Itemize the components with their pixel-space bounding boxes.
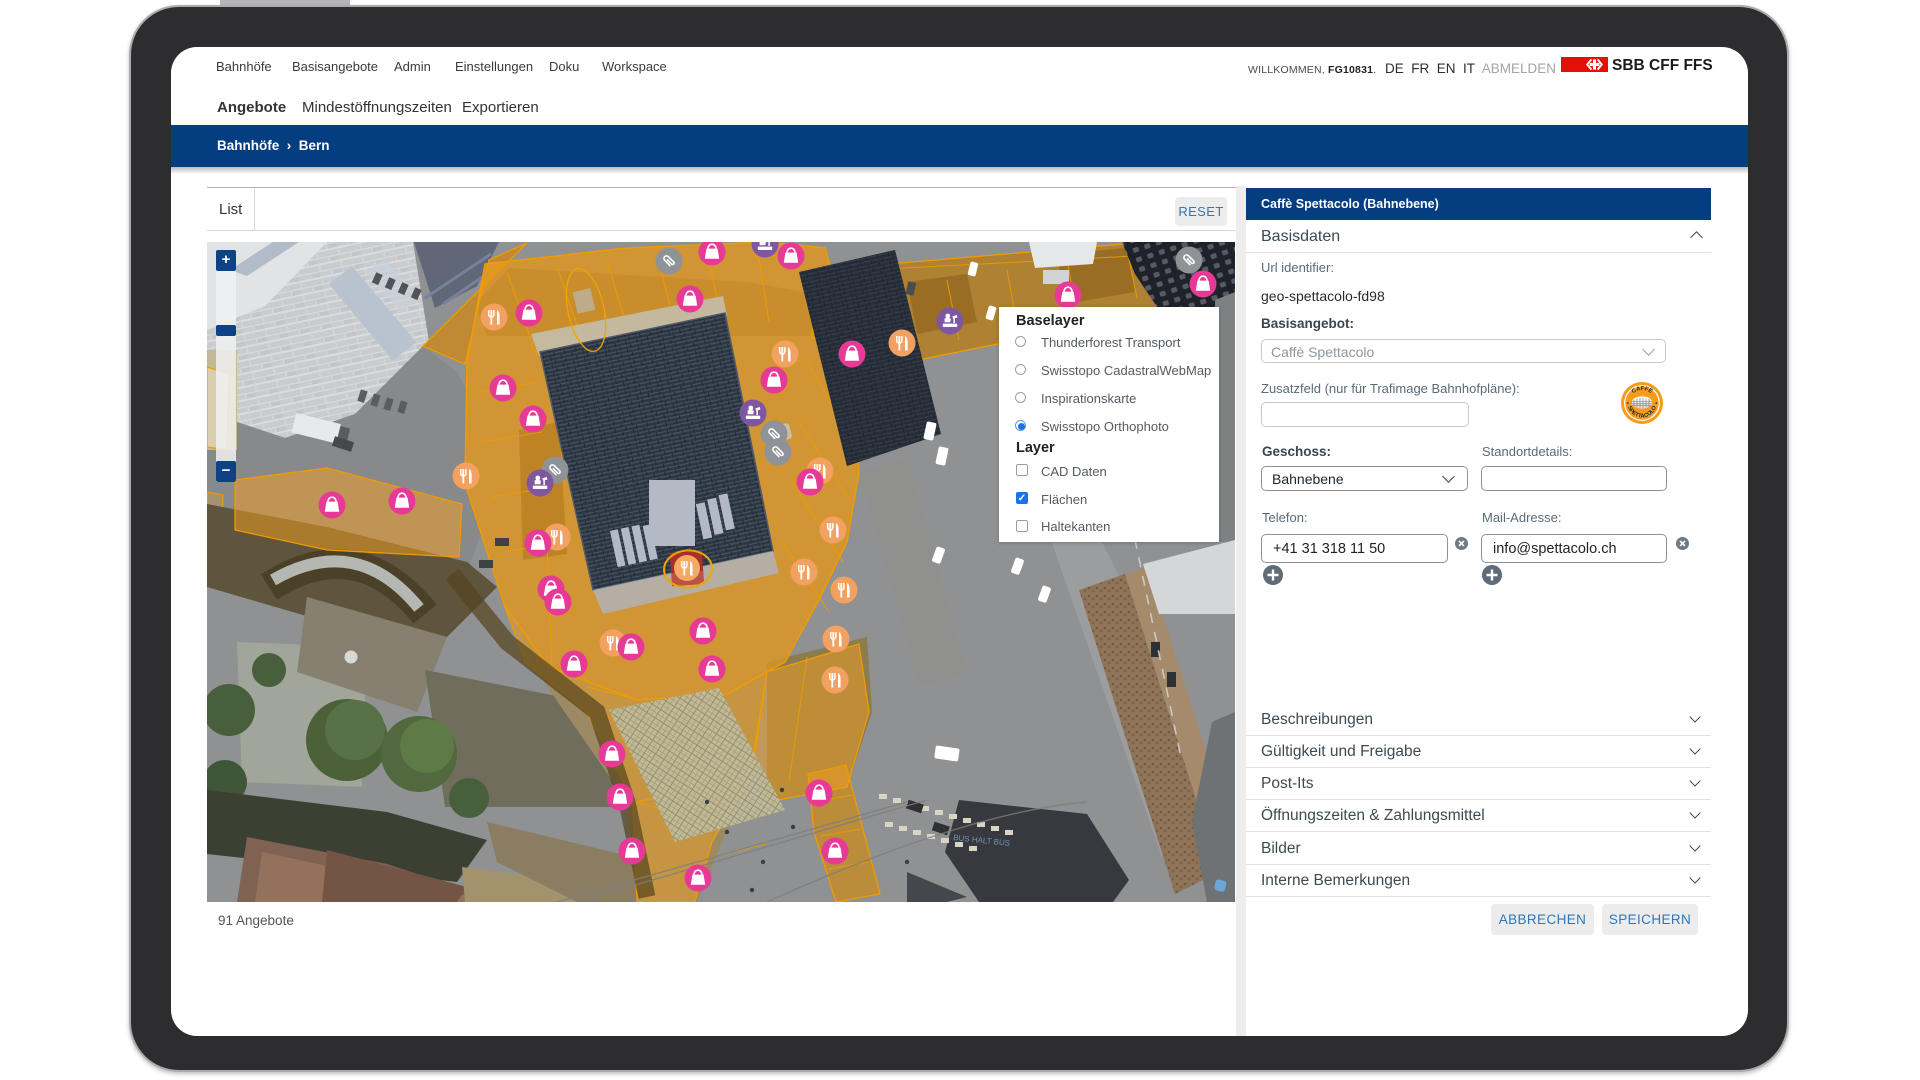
svg-text:SBB CFF FFS: SBB CFF FFS (1612, 57, 1713, 74)
